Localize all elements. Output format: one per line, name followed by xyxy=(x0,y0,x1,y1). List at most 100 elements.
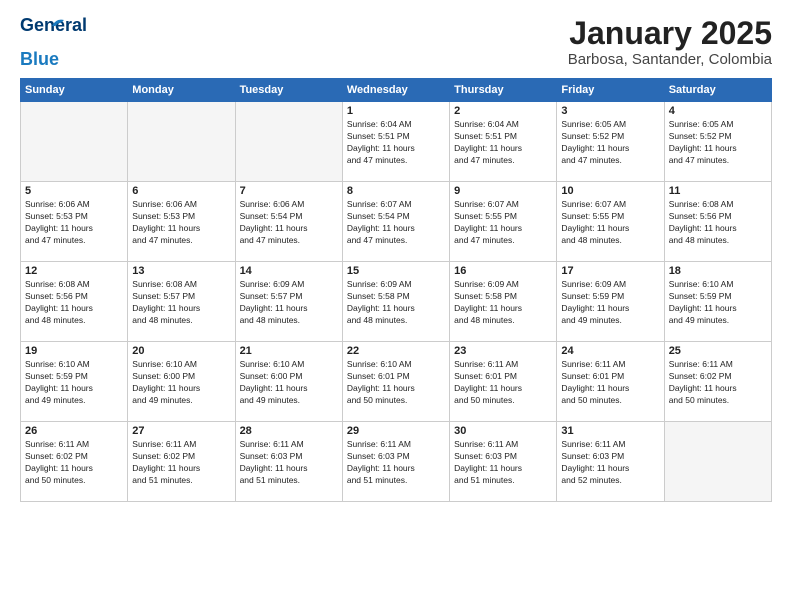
table-row: 19 Sunrise: 6:10 AM Sunset: 5:59 PM Dayli… xyxy=(21,342,128,422)
day-number: 20 xyxy=(132,345,230,357)
calendar-title: January 2025 xyxy=(568,16,772,51)
table-row: 20 Sunrise: 6:10 AM Sunset: 6:00 PM Dayli… xyxy=(128,342,235,422)
day-number: 22 xyxy=(347,345,445,357)
table-row: 9Sunrise: 6:07 AM Sunset: 5:55 PM Daylig… xyxy=(450,182,557,262)
header-wednesday: Wednesday xyxy=(342,79,449,102)
table-row: 25Sunrise: 6:11 AM Sunset: 6:02 PM Dayli… xyxy=(664,342,771,422)
table-row: 12Sunrise: 6:08 AM Sunset: 5:56 PM Dayli… xyxy=(21,262,128,342)
calendar-week-row: 19 Sunrise: 6:10 AM Sunset: 5:59 PM Dayli… xyxy=(21,342,772,422)
day-number: 6 xyxy=(132,185,230,197)
table-row: 13 Sunrise: 6:08 AM Sunset: 5:57 PM Dayli… xyxy=(128,262,235,342)
day-info: Sunrise: 6:11 AM Sunset: 6:03 PM Dayligh… xyxy=(347,439,445,487)
day-number: 1 xyxy=(347,105,445,117)
day-number: 24 xyxy=(561,345,659,357)
day-info: Sunrise: 6:06 AM Sunset: 5:53 PM Dayligh… xyxy=(25,199,123,247)
logo-blue: Blue xyxy=(20,50,59,68)
calendar-week-row: 5 Sunrise: 6:06 AM Sunset: 5:53 PM Daylig… xyxy=(21,182,772,262)
table-row: 27 Sunrise: 6:11 AM Sunset: 6:02 PM Dayli… xyxy=(128,422,235,502)
day-info: Sunrise: 6:09 AM Sunset: 5:59 PM Dayligh… xyxy=(561,279,659,327)
day-info: Sunrise: 6:11 AM Sunset: 6:01 PM Dayligh… xyxy=(454,359,552,407)
table-row xyxy=(235,102,342,182)
table-row: 11 Sunrise: 6:08 AM Sunset: 5:56 PM Dayli… xyxy=(664,182,771,262)
day-number: 15 xyxy=(347,265,445,277)
day-number: 4 xyxy=(669,105,767,117)
day-info: Sunrise: 6:08 AM Sunset: 5:56 PM Dayligh… xyxy=(669,199,767,247)
table-row xyxy=(128,102,235,182)
day-info: Sunrise: 6:10 AM Sunset: 6:01 PM Dayligh… xyxy=(347,359,445,407)
calendar-subtitle: Barbosa, Santander, Colombia xyxy=(568,51,772,68)
header-saturday: Saturday xyxy=(664,79,771,102)
title-area: January 2025 Barbosa, Santander, Colombi… xyxy=(568,16,772,68)
day-number: 19 xyxy=(25,345,123,357)
header-tuesday: Tuesday xyxy=(235,79,342,102)
day-number: 26 xyxy=(25,425,123,437)
day-number: 28 xyxy=(240,425,338,437)
table-row xyxy=(21,102,128,182)
day-info: Sunrise: 6:06 AM Sunset: 5:53 PM Dayligh… xyxy=(132,199,230,247)
day-info: Sunrise: 6:04 AM Sunset: 5:51 PM Dayligh… xyxy=(454,119,552,167)
day-info: Sunrise: 6:05 AM Sunset: 5:52 PM Dayligh… xyxy=(669,119,767,167)
day-number: 29 xyxy=(347,425,445,437)
table-row: 30 Sunrise: 6:11 AM Sunset: 6:03 PM Dayli… xyxy=(450,422,557,502)
day-info: Sunrise: 6:09 AM Sunset: 5:58 PM Dayligh… xyxy=(454,279,552,327)
table-row: 5 Sunrise: 6:06 AM Sunset: 5:53 PM Daylig… xyxy=(21,182,128,262)
day-number: 8 xyxy=(347,185,445,197)
header-friday: Friday xyxy=(557,79,664,102)
header-thursday: Thursday xyxy=(450,79,557,102)
calendar-week-row: 12Sunrise: 6:08 AM Sunset: 5:56 PM Dayli… xyxy=(21,262,772,342)
day-number: 3 xyxy=(561,105,659,117)
day-number: 16 xyxy=(454,265,552,277)
day-info: Sunrise: 6:04 AM Sunset: 5:51 PM Dayligh… xyxy=(347,119,445,167)
day-info: Sunrise: 6:06 AM Sunset: 5:54 PM Dayligh… xyxy=(240,199,338,247)
day-info: Sunrise: 6:11 AM Sunset: 6:02 PM Dayligh… xyxy=(132,439,230,487)
day-number: 14 xyxy=(240,265,338,277)
table-row: 24 Sunrise: 6:11 AM Sunset: 6:01 PM Dayli… xyxy=(557,342,664,422)
day-info: Sunrise: 6:10 AM Sunset: 6:00 PM Dayligh… xyxy=(132,359,230,407)
table-row: 18 Sunrise: 6:10 AM Sunset: 5:59 PM Dayli… xyxy=(664,262,771,342)
day-info: Sunrise: 6:11 AM Sunset: 6:02 PM Dayligh… xyxy=(25,439,123,487)
day-info: Sunrise: 6:07 AM Sunset: 5:55 PM Dayligh… xyxy=(454,199,552,247)
day-info: Sunrise: 6:08 AM Sunset: 5:57 PM Dayligh… xyxy=(132,279,230,327)
weekday-header-row: Sunday Monday Tuesday Wednesday Thursday… xyxy=(21,79,772,102)
table-row xyxy=(664,422,771,502)
header: General Blue January 2025 Barbosa, Santa… xyxy=(20,16,772,68)
table-row: 29 Sunrise: 6:11 AM Sunset: 6:03 PM Dayli… xyxy=(342,422,449,502)
day-info: Sunrise: 6:11 AM Sunset: 6:03 PM Dayligh… xyxy=(240,439,338,487)
table-row: 7Sunrise: 6:06 AM Sunset: 5:54 PM Daylig… xyxy=(235,182,342,262)
day-number: 5 xyxy=(25,185,123,197)
day-info: Sunrise: 6:11 AM Sunset: 6:03 PM Dayligh… xyxy=(454,439,552,487)
header-monday: Monday xyxy=(128,79,235,102)
day-number: 27 xyxy=(132,425,230,437)
header-sunday: Sunday xyxy=(21,79,128,102)
day-info: Sunrise: 6:07 AM Sunset: 5:54 PM Dayligh… xyxy=(347,199,445,247)
table-row: 8 Sunrise: 6:07 AM Sunset: 5:54 PM Daylig… xyxy=(342,182,449,262)
day-info: Sunrise: 6:11 AM Sunset: 6:03 PM Dayligh… xyxy=(561,439,659,487)
day-number: 17 xyxy=(561,265,659,277)
day-number: 25 xyxy=(669,345,767,357)
logo: General Blue xyxy=(20,16,62,68)
day-number: 18 xyxy=(669,265,767,277)
table-row: 4 Sunrise: 6:05 AM Sunset: 5:52 PM Daylig… xyxy=(664,102,771,182)
table-row: 31 Sunrise: 6:11 AM Sunset: 6:03 PM Dayli… xyxy=(557,422,664,502)
day-info: Sunrise: 6:07 AM Sunset: 5:55 PM Dayligh… xyxy=(561,199,659,247)
day-number: 12 xyxy=(25,265,123,277)
day-number: 30 xyxy=(454,425,552,437)
day-number: 10 xyxy=(561,185,659,197)
day-number: 13 xyxy=(132,265,230,277)
table-row: 10 Sunrise: 6:07 AM Sunset: 5:55 PM Dayli… xyxy=(557,182,664,262)
logo-bird-icon xyxy=(50,18,66,28)
day-info: Sunrise: 6:10 AM Sunset: 5:59 PM Dayligh… xyxy=(669,279,767,327)
calendar-week-row: 1 Sunrise: 6:04 AM Sunset: 5:51 PM Daylig… xyxy=(21,102,772,182)
calendar-week-row: 26 Sunrise: 6:11 AM Sunset: 6:02 PM Dayli… xyxy=(21,422,772,502)
table-row: 2 Sunrise: 6:04 AM Sunset: 5:51 PM Daylig… xyxy=(450,102,557,182)
day-number: 2 xyxy=(454,105,552,117)
table-row: 23Sunrise: 6:11 AM Sunset: 6:01 PM Dayli… xyxy=(450,342,557,422)
table-row: 1 Sunrise: 6:04 AM Sunset: 5:51 PM Daylig… xyxy=(342,102,449,182)
day-info: Sunrise: 6:11 AM Sunset: 6:01 PM Dayligh… xyxy=(561,359,659,407)
table-row: 28 Sunrise: 6:11 AM Sunset: 6:03 PM Dayli… xyxy=(235,422,342,502)
table-row: 6 Sunrise: 6:06 AM Sunset: 5:53 PM Daylig… xyxy=(128,182,235,262)
day-number: 31 xyxy=(561,425,659,437)
day-info: Sunrise: 6:10 AM Sunset: 5:59 PM Dayligh… xyxy=(25,359,123,407)
table-row: 17 Sunrise: 6:09 AM Sunset: 5:59 PM Dayli… xyxy=(557,262,664,342)
day-number: 11 xyxy=(669,185,767,197)
